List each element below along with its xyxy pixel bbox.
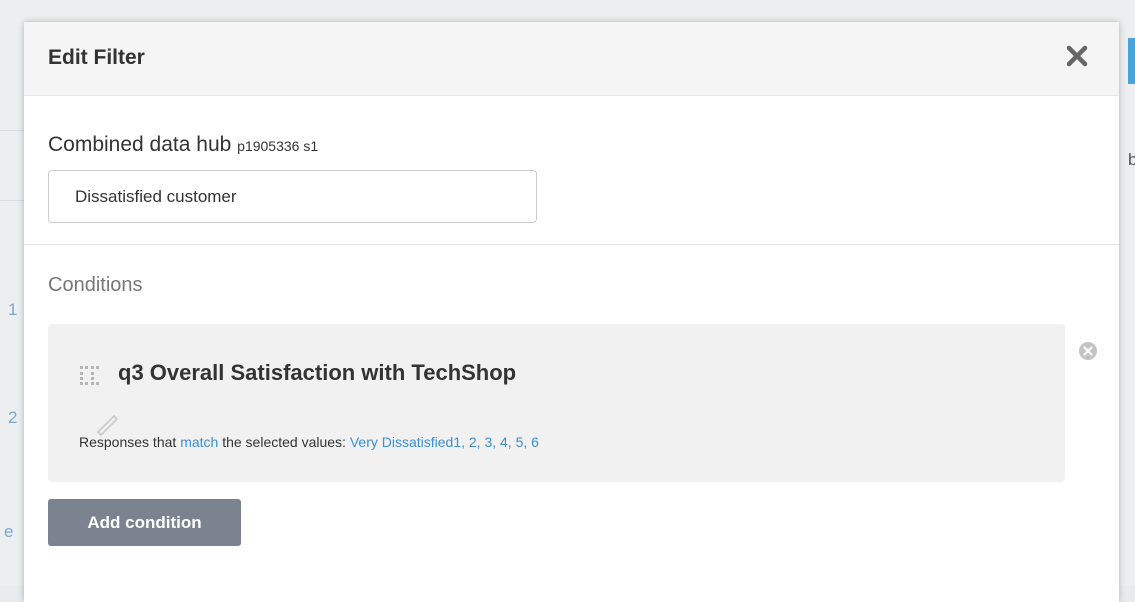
data-source-id: p1905336 s1 [237,138,319,154]
grid-icon [80,366,99,385]
edit-filter-dialog: Edit Filter Combined data hub p1905336 s… [24,22,1119,602]
dialog-header: Edit Filter [24,22,1119,96]
match-mode-link[interactable]: match [180,434,218,450]
remove-condition-icon[interactable] [1078,341,1098,361]
background-accent-bar [1128,38,1135,84]
data-source-label: Combined data hub p1905336 s1 [48,133,318,157]
conditions-heading: Conditions [48,274,143,296]
add-condition-button[interactable]: Add condition [48,499,241,546]
background-divider [0,200,24,201]
condition-desc-prefix: Responses that [79,434,177,450]
background-fragment: e [4,522,14,541]
condition-desc-middle: the selected values: [222,434,346,450]
close-button[interactable] [1063,42,1091,70]
filter-name-input[interactable] [48,170,537,223]
background-fragment: b [1128,150,1135,169]
background-fragment: 1 [8,300,18,319]
filter-details-section: Combined data hub p1905336 s1 [24,96,1119,245]
background-divider [0,130,24,131]
data-source-name: Combined data hub [48,133,232,156]
condition-card[interactable]: q3 Overall Satisfaction with TechShop Re… [48,324,1065,482]
condition-description: Responses that match the selected values… [79,434,539,450]
selected-values-link[interactable]: Very Dissatisfied1, 2, 3, 4, 5, 6 [350,434,539,450]
dialog-title: Edit Filter [48,46,145,69]
close-icon [1066,45,1088,67]
condition-title: q3 Overall Satisfaction with TechShop [118,360,517,385]
background-fragment: 2 [8,408,18,427]
